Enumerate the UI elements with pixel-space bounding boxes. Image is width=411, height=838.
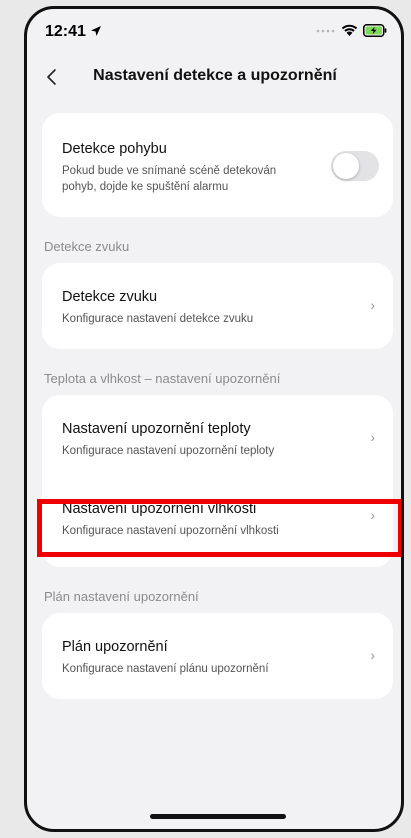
wifi-icon	[341, 24, 358, 36]
status-time-text: 12:41	[45, 23, 86, 40]
section-label-temp-humidity: Teplota a vlhkost – nastavení upozornění	[44, 371, 281, 386]
location-arrow-icon	[91, 26, 102, 36]
temperature-alert-title: Nastavení upozornění teploty	[62, 421, 251, 437]
section-label-sound: Detekce zvuku	[44, 239, 130, 254]
alert-schedule-row[interactable]: Plán upozornění Konfigurace nastavení pl…	[42, 613, 393, 699]
sound-detection-subtitle: Konfigurace nastavení detekce zvuku	[62, 313, 254, 325]
highlight-box	[37, 499, 401, 557]
status-icons	[316, 24, 387, 37]
motion-detection-title: Detekce pohybu	[62, 141, 167, 157]
back-button[interactable]	[41, 63, 67, 91]
temperature-alert-subtitle: Konfigurace nastavení upozornění teploty	[62, 445, 275, 457]
navigation-bar: Nastavení detekce a upozornění	[27, 57, 401, 99]
chevron-right-icon: ›	[370, 297, 375, 313]
phone-frame: 12:41 Nastavení detekce a upozornění Det…	[24, 6, 404, 832]
toggle-knob	[333, 153, 359, 179]
status-time: 12:41	[45, 23, 102, 41]
motion-description-line-2: pohyb, dojde ke spuštění alarmu	[62, 181, 229, 193]
sound-detection-title: Detekce zvuku	[62, 289, 158, 305]
signal-dots-icon	[316, 29, 335, 32]
motion-detection-description: Pokud bude ve snímané scéně detekován po…	[62, 163, 276, 195]
alert-schedule-title: Plán upozornění	[62, 639, 168, 655]
alert-schedule-card: Plán upozornění Konfigurace nastavení pl…	[42, 613, 393, 699]
sound-detection-row[interactable]: Detekce zvuku Konfigurace nastavení dete…	[42, 263, 393, 349]
page-title: Nastavení detekce a upozornění	[93, 67, 337, 84]
motion-detection-card: Detekce pohybu Pokud bude ve snímané scé…	[42, 113, 393, 217]
sound-detection-card: Detekce zvuku Konfigurace nastavení dete…	[42, 263, 393, 349]
status-bar: 12:41	[27, 9, 401, 53]
chevron-left-icon	[47, 69, 56, 85]
temperature-alert-row[interactable]: Nastavení upozornění teploty Konfigurace…	[42, 395, 393, 481]
motion-detection-toggle[interactable]	[331, 151, 379, 181]
chevron-right-icon: ›	[370, 647, 375, 663]
chevron-right-icon: ›	[370, 429, 375, 445]
home-indicator	[150, 814, 286, 819]
section-label-schedule: Plán nastavení upozornění	[44, 589, 199, 604]
motion-description-line-1: Pokud bude ve snímané scéně detekován	[62, 165, 277, 177]
battery-charging-icon	[363, 24, 387, 37]
alert-schedule-subtitle: Konfigurace nastavení plánu upozornění	[62, 663, 269, 675]
